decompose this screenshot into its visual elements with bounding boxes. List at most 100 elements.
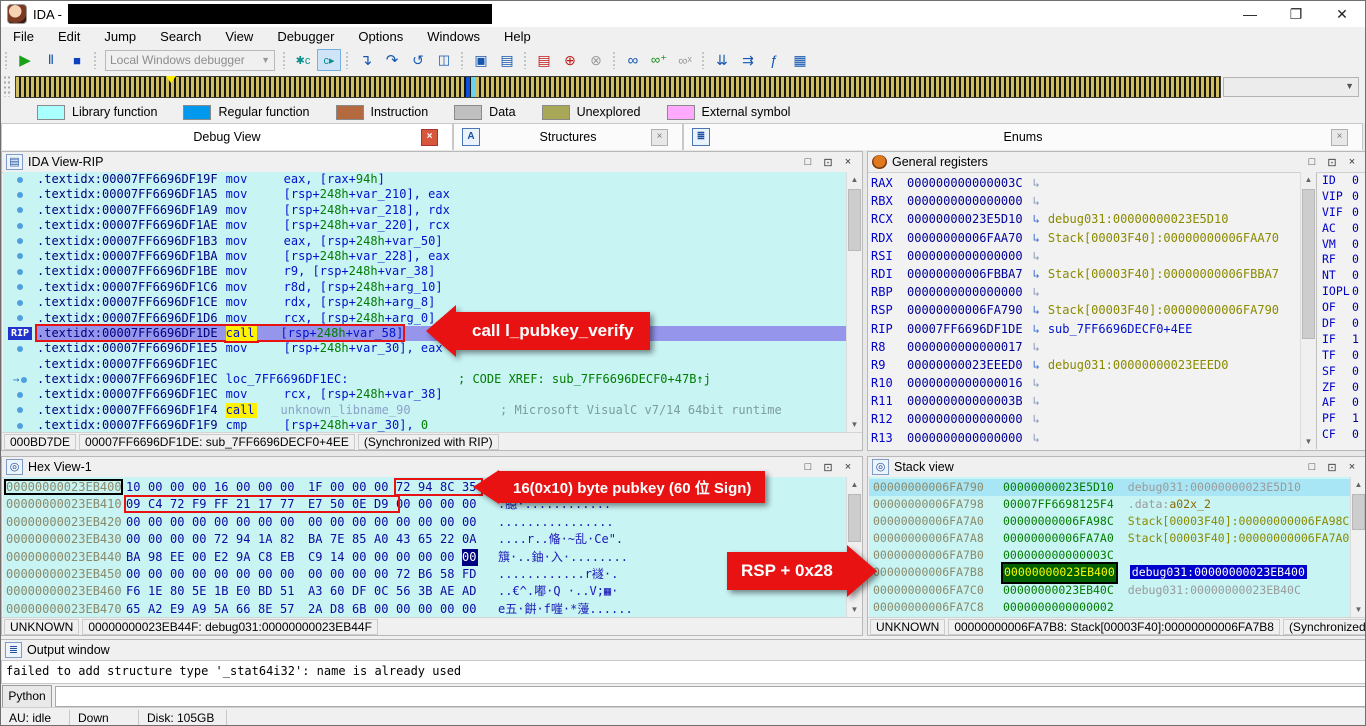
hex-byte[interactable]: 9A <box>236 549 258 566</box>
maximize-panel-icon[interactable]: □ <box>1302 156 1322 169</box>
cli-language-button[interactable]: Python <box>2 684 52 708</box>
hex-byte[interactable]: 00 <box>126 566 148 583</box>
toolbar-grip[interactable] <box>93 51 98 69</box>
hex-byte[interactable]: 00 <box>418 514 440 531</box>
hex-byte[interactable]: 72 <box>214 531 236 548</box>
hex-byte[interactable]: 0C <box>374 583 396 600</box>
hex-byte[interactable]: 8E <box>258 601 280 617</box>
register-value[interactable]: 0000000000000017 <box>907 340 1023 354</box>
next-source-line-icon[interactable]: ⇉ <box>736 49 760 71</box>
hex-byte[interactable]: 22 <box>440 531 462 548</box>
add-breakpoint-icon[interactable]: ⊕ <box>558 49 582 71</box>
minimize-window-icon[interactable]: — <box>1227 2 1273 26</box>
hex-byte[interactable]: 00 <box>170 531 192 548</box>
hex-row[interactable]: 00000000023EB440 BA 98 EE 00 E2 9A C8 EB C9 14 00 00… <box>3 548 846 566</box>
hex-byte[interactable]: 00 <box>214 514 236 531</box>
register-row[interactable]: RDX 00000000006FAA70 ↳ Stack[00003F40]:0000… <box>871 229 1300 247</box>
hex-byte[interactable]: 00 <box>352 514 374 531</box>
stack-row[interactable]: 00000000006FA790 00000000023E5D10 debug031… <box>869 479 1350 497</box>
stack-value[interactable]: 000000000000003C <box>1003 547 1114 564</box>
register-row[interactable]: RBP 0000000000000000 ↳ <box>871 283 1300 301</box>
register-row[interactable]: RBX 0000000000000000 ↳ <box>871 192 1300 210</box>
flag-row[interactable]: SF 0 <box>1322 364 1365 380</box>
scroll-up-icon[interactable]: ▲ <box>1301 172 1316 187</box>
hex-byte[interactable]: 00 <box>374 514 396 531</box>
hex-byte[interactable]: 2A <box>308 601 330 617</box>
hex-byte[interactable]: 56 <box>396 583 418 600</box>
scroll-down-icon[interactable]: ▼ <box>847 602 862 617</box>
hex-row[interactable]: 00000000023EB460 F6 1E 80 5E 1B E0 BD 51 A3 60 DF 0C… <box>3 583 846 600</box>
flag-row[interactable]: PF 1 <box>1322 411 1365 427</box>
tab-enums[interactable]: ≣ Enums × <box>683 123 1363 150</box>
hex-byte[interactable]: 00 <box>374 601 396 617</box>
flag-row[interactable]: VIP 0 <box>1322 189 1365 205</box>
threads-window-icon[interactable]: ▣ <box>469 49 493 71</box>
disasm-line[interactable]: .textidx:00007FF6696DF1B3 mov eax, [rsp+24… <box>3 234 846 249</box>
hex-byte[interactable]: 1A <box>258 531 280 548</box>
stack-row[interactable]: 00000000006FA798 00007FF6698125F4 .data:a0… <box>869 496 1350 513</box>
ida-view-titlebar[interactable]: ▤ IDA View-RIP □ ⊡ × <box>2 152 862 173</box>
hex-byte[interactable]: 51 <box>280 583 302 600</box>
maximize-panel-icon[interactable]: □ <box>798 156 818 169</box>
stack-row[interactable]: 00000000006FA7C0 00000000023EB40C debug031… <box>869 582 1350 599</box>
stack-value[interactable]: 00000000023EB40C <box>1003 582 1114 599</box>
register-row[interactable]: RSI 0000000000000000 ↳ <box>871 247 1300 265</box>
hex-byte[interactable]: B6 <box>418 566 440 583</box>
register-row[interactable]: RSP 00000000006FA790 ↳ Stack[00003F40]:0000… <box>871 301 1300 319</box>
continue-process-icon[interactable]: ▶ <box>13 49 37 71</box>
disasm-line[interactable]: .textidx:00007FF6696DF1C6 mov r8d, [rsp+24… <box>3 280 846 295</box>
attach-to-process-icon[interactable]: ✱c <box>291 49 315 71</box>
scroll-down-icon[interactable]: ▼ <box>1301 434 1316 449</box>
hex-byte[interactable]: 00 <box>374 566 396 583</box>
hex-byte[interactable]: 00 <box>148 479 170 496</box>
flag-row[interactable]: RF 0 <box>1322 252 1365 268</box>
hex-byte[interactable]: EE <box>170 549 192 566</box>
scroll-up-icon[interactable]: ▲ <box>1351 477 1365 492</box>
disassembly-scrollbar[interactable]: ▲ ▼ <box>846 172 862 432</box>
toolbar-grip[interactable] <box>701 51 706 69</box>
float-panel-icon[interactable]: ⊡ <box>818 156 838 169</box>
hex-row[interactable]: 00000000023EB470 65 A2 E9 A9 5A 66 8E 57 2A D8 6B 00… <box>3 601 846 617</box>
hex-byte[interactable]: 57 <box>280 601 302 617</box>
hex-byte[interactable]: AE <box>440 583 462 600</box>
register-value[interactable]: 00000000023EEED0 <box>907 358 1023 372</box>
restore-window-icon[interactable]: ❐ <box>1273 2 1319 26</box>
register-target[interactable]: Stack[00003F40]:00000000006FBBA7 <box>1048 267 1279 281</box>
hex-byte[interactable]: E0 <box>236 583 258 600</box>
step-into-icon[interactable]: ↴ <box>354 49 378 71</box>
band-grip[interactable] <box>3 75 11 97</box>
navigation-band[interactable] <box>15 76 1221 98</box>
hex-byte[interactable]: EB <box>280 549 302 566</box>
hex-byte[interactable]: DF <box>352 583 374 600</box>
disasm-line[interactable]: .textidx:00007FF6696DF1E5 mov [rsp+248h+va… <box>3 341 846 356</box>
stack-row[interactable]: 00000000006FA7B8 00000000023EB400 debug031… <box>869 562 1350 584</box>
disasm-line[interactable]: .textidx:00007FF6696DF1F4 call unknown_lib… <box>3 402 846 419</box>
output-log[interactable]: failed to add structure type '_stat64i32… <box>1 660 1365 684</box>
hex-byte[interactable]: 00 <box>258 514 280 531</box>
close-tab-icon[interactable]: × <box>651 128 668 146</box>
close-tab-icon[interactable]: × <box>421 128 438 146</box>
hex-byte[interactable]: 6B <box>352 601 374 617</box>
maximize-panel-icon[interactable]: □ <box>798 461 818 474</box>
disasm-line[interactable]: .textidx:00007FF6696DF1A5 mov [rsp+248h+va… <box>3 187 846 202</box>
disasm-line[interactable]: .textidx:00007FF6696DF1BE mov r9, [rsp+248… <box>3 264 846 279</box>
horizontal-splitter[interactable] <box>1 451 1365 456</box>
register-target[interactable]: debug031:00000000023E5D10 <box>1048 212 1229 226</box>
flag-row[interactable]: VIF 0 <box>1322 205 1365 221</box>
flag-row[interactable]: VM 0 <box>1322 237 1365 253</box>
hex-byte[interactable]: 00 <box>170 514 192 531</box>
stack-row[interactable]: 00000000006FA7A0 00000000006FA98C Stack[00… <box>869 513 1350 530</box>
register-row[interactable]: R11 000000000000003B ↳ <box>871 392 1300 410</box>
source-function-icon[interactable]: ƒ <box>762 49 786 71</box>
register-value[interactable]: 0000000000000000 <box>907 194 1023 208</box>
disasm-line[interactable]: .textidx:00007FF6696DF1EC <box>3 357 846 372</box>
register-row[interactable]: RIP 00007FF6696DF1DE ↳ sub_7FF6696DECF0+4EE <box>871 320 1300 338</box>
stack-row[interactable]: 00000000006FA7A8 00000000006FA7A0 Stack[00… <box>869 530 1350 547</box>
run-to-cursor-icon[interactable]: c▸ <box>317 49 341 71</box>
disasm-line[interactable]: .textidx:00007FF6696DF1D6 mov rcx, [rsp+24… <box>3 311 846 326</box>
output-titlebar[interactable]: ≣ Output window <box>1 640 1365 660</box>
registers-titlebar[interactable]: General registers □ ⊡ × <box>868 152 1365 173</box>
register-target[interactable]: sub_7FF6696DECF0+4EE <box>1048 322 1193 336</box>
hex-byte[interactable]: 00 <box>192 479 214 496</box>
register-row[interactable]: RAX 000000000000003C ↳ <box>871 174 1300 192</box>
